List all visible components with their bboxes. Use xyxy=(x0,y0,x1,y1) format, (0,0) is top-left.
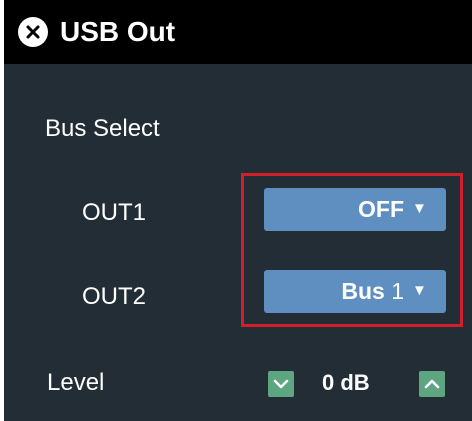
level-increase-button[interactable] xyxy=(419,371,445,397)
level-label: Level xyxy=(47,369,105,396)
out2-bus-dropdown[interactable]: Bus 1 ▼ xyxy=(264,270,446,313)
level-decrease-button[interactable] xyxy=(268,371,294,397)
bus-select-label: Bus Select xyxy=(45,115,160,142)
out1-label: OUT1 xyxy=(82,199,147,226)
out2-label: OUT2 xyxy=(82,283,147,310)
window-title: USB Out xyxy=(60,16,176,47)
chevron-down-icon xyxy=(273,379,289,389)
triangle-down-icon: ▼ xyxy=(412,282,427,299)
triangle-down-icon: ▼ xyxy=(412,200,427,217)
chevron-up-icon xyxy=(424,379,440,389)
title-bar: USB Out xyxy=(4,0,472,64)
out1-bus-dropdown[interactable]: OFF ▼ xyxy=(264,188,446,231)
out2-bus-value: Bus 1 xyxy=(341,278,404,304)
out1-bus-value: OFF xyxy=(358,196,404,222)
close-icon[interactable] xyxy=(18,17,48,47)
level-value: 0 dB xyxy=(322,370,370,395)
